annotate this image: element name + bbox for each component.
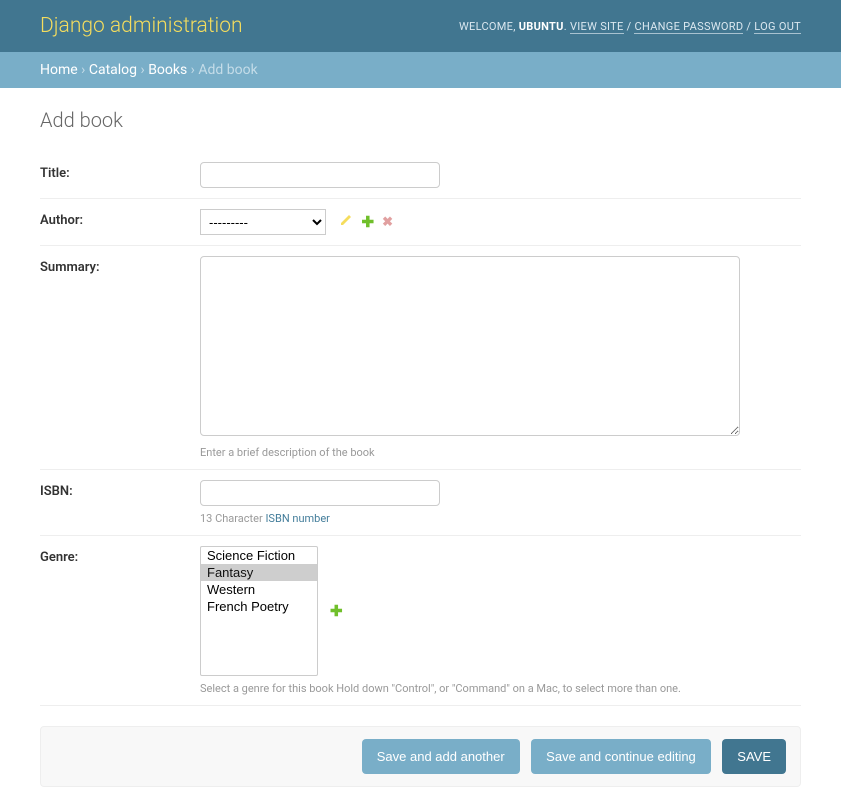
add-genre-icon[interactable]: ✚ [330, 602, 343, 620]
logout-link[interactable]: LOG OUT [754, 20, 801, 34]
genre-option[interactable]: Western [201, 581, 317, 598]
save-continue-button[interactable]: Save and continue editing [531, 739, 711, 774]
breadcrumb: Home › Catalog › Books › Add book [0, 52, 841, 88]
author-select[interactable]: --------- [200, 209, 326, 235]
save-add-another-button[interactable]: Save and add another [362, 739, 520, 774]
breadcrumb-current: Add book [198, 62, 257, 78]
delete-author-icon[interactable]: ✖ [382, 215, 393, 230]
genre-option[interactable]: Science Fiction [201, 547, 317, 564]
page-title: Add book [40, 108, 801, 132]
isbn-help: 13 Character ISBN number [200, 512, 801, 525]
add-author-icon[interactable]: ✚ [361, 213, 374, 231]
breadcrumb-model[interactable]: Books [148, 62, 187, 78]
isbn-label: ISBN: [40, 480, 200, 499]
genre-help: Select a genre for this book Hold down "… [200, 682, 801, 695]
submit-row: Save and add another Save and continue e… [40, 726, 801, 787]
title-input[interactable] [200, 162, 440, 188]
branding-title: Django administration [40, 14, 243, 38]
username: UBUNTU [519, 20, 564, 33]
view-site-link[interactable]: VIEW SITE [570, 20, 624, 34]
breadcrumb-home[interactable]: Home [40, 62, 78, 78]
save-button[interactable]: SAVE [722, 739, 786, 774]
isbn-help-link[interactable]: ISBN number [265, 512, 329, 525]
isbn-input[interactable] [200, 480, 440, 506]
genre-label: Genre: [40, 546, 200, 565]
summary-textarea[interactable] [200, 256, 740, 436]
summary-label: Summary: [40, 256, 200, 275]
author-label: Author: [40, 209, 200, 228]
summary-help: Enter a brief description of the book [200, 446, 801, 459]
genre-option[interactable]: Fantasy [201, 564, 317, 581]
breadcrumb-app[interactable]: Catalog [89, 62, 137, 78]
user-tools: WELCOME, UBUNTU. VIEW SITE / CHANGE PASS… [459, 20, 801, 33]
genre-option[interactable]: French Poetry [201, 598, 317, 615]
welcome-text: WELCOME, [459, 20, 519, 33]
change-author-icon[interactable] [339, 213, 353, 231]
change-password-link[interactable]: CHANGE PASSWORD [634, 20, 743, 34]
title-label: Title: [40, 162, 200, 181]
genre-select[interactable]: Science FictionFantasyWesternFrench Poet… [200, 546, 318, 676]
